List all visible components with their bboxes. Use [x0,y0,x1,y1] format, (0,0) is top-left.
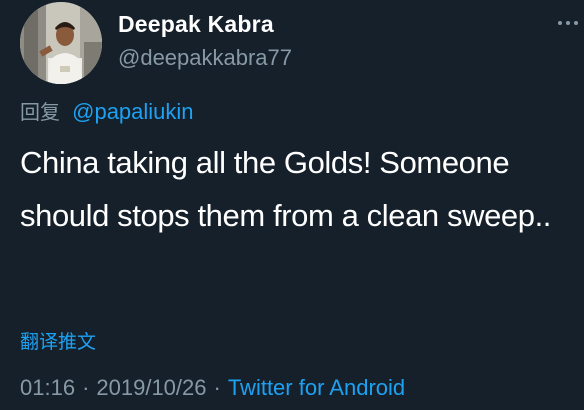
user-handle[interactable]: @deepakkabra77 [118,45,292,71]
translate-tweet-link[interactable]: 翻译推文 [20,327,96,354]
tweet-date[interactable]: 2019/10/26 [96,375,206,400]
more-horizontal-icon[interactable] [556,18,580,28]
tweet-time[interactable]: 01:16 [20,375,75,400]
meta-separator: · [82,375,90,400]
tweet-metadata: 01:16 · 2019/10/26 · Twitter for Android [20,375,405,401]
reply-context: 回复 @papaliukin [20,96,194,125]
tweet-text: China taking all the Golds! Someone shou… [20,145,552,233]
avatar[interactable] [20,2,102,84]
profile-photo-image [20,2,102,84]
reply-prefix: 回复 [20,100,60,124]
tweet-source-link[interactable]: Twitter for Android [228,375,405,400]
reply-mention-link[interactable]: @papaliukin [72,99,193,124]
display-name[interactable]: Deepak Kabra [118,11,274,38]
meta-separator: · [213,375,221,400]
